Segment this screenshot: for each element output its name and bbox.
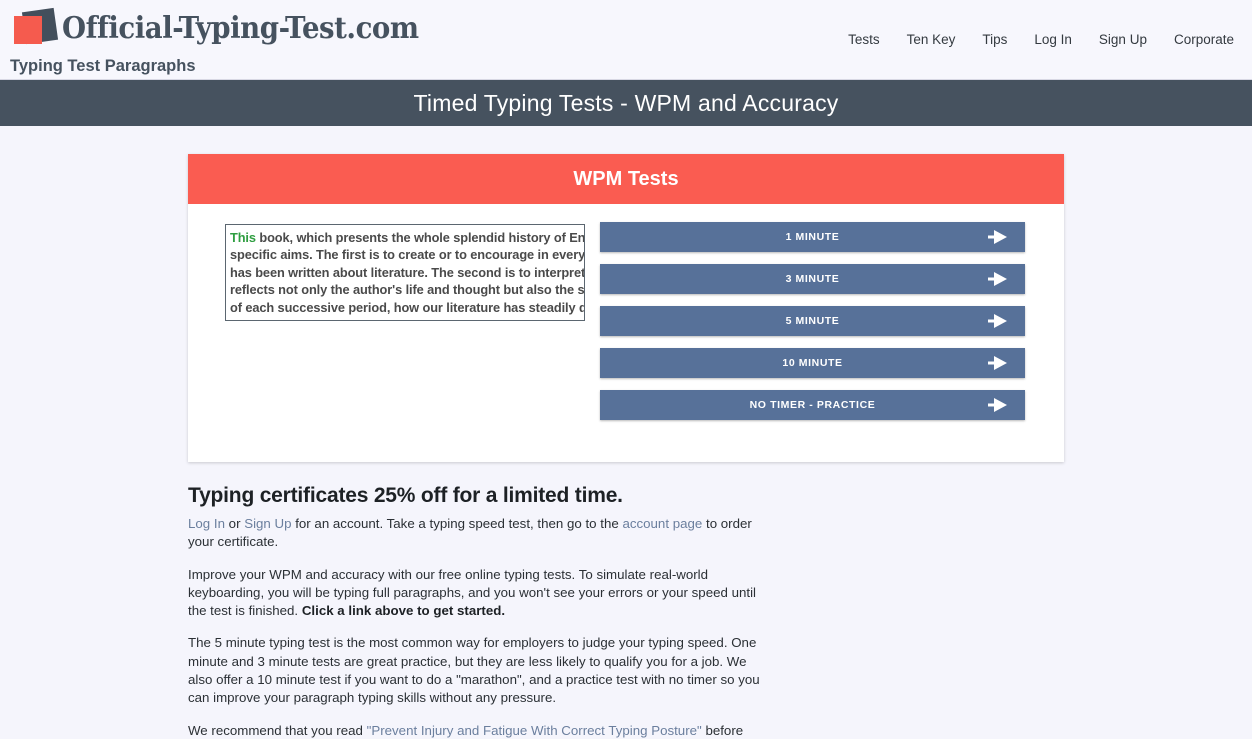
current-word: This bbox=[230, 230, 256, 245]
typing-sample-column: This book, which presents the whole sple… bbox=[200, 218, 600, 432]
typing-sample-line: This book, which presents the whole sple… bbox=[230, 229, 584, 246]
site-logo[interactable]: Official-Typing-Test.com bbox=[10, 6, 450, 50]
paragraph-improve: Improve your WPM and accuracy with our f… bbox=[188, 566, 768, 621]
promo-text-mid: for an account. Take a typing speed test… bbox=[291, 516, 623, 531]
test-button-3-minute[interactable]: 3 MINUTE bbox=[600, 264, 1025, 294]
content-container: WPM Tests This book, which presents the … bbox=[188, 126, 1064, 739]
card-header: WPM Tests bbox=[188, 154, 1064, 204]
logo-wordmark: Official-Typing-Test.com bbox=[62, 11, 419, 46]
send-arrow-icon bbox=[994, 272, 1007, 286]
promo-link-log-in[interactable]: Log In bbox=[188, 516, 225, 531]
link-typing-posture-article[interactable]: "Prevent Injury and Fatigue With Correct… bbox=[367, 723, 702, 738]
typing-sample-box[interactable]: This book, which presents the whole sple… bbox=[225, 224, 585, 321]
test-button-1-minute[interactable]: 1 MINUTE bbox=[600, 222, 1025, 252]
page-title: Timed Typing Tests - WPM and Accuracy bbox=[413, 89, 839, 116]
site-header: Official-Typing-Test.com Typing Test Par… bbox=[0, 0, 1252, 80]
test-button-label: 5 MINUTE bbox=[785, 315, 840, 327]
wpm-tests-card: WPM Tests This book, which presents the … bbox=[188, 154, 1064, 462]
paragraph-posture: We recommend that you read "Prevent Inju… bbox=[188, 722, 768, 739]
promo-link-sign-up[interactable]: Sign Up bbox=[244, 516, 291, 531]
send-arrow-icon bbox=[994, 230, 1007, 244]
page-title-banner: Timed Typing Tests - WPM and Accuracy bbox=[0, 80, 1252, 126]
paragraph-posture-lead: We recommend that you read bbox=[188, 722, 367, 738]
paragraph-five-minute: The 5 minute typing test is the most com… bbox=[188, 635, 760, 706]
paragraph-improve-bold: Click a link above to get started. bbox=[301, 603, 506, 619]
send-arrow-icon bbox=[994, 314, 1007, 328]
promo-text-or: or bbox=[224, 516, 245, 531]
test-button-label: NO TIMER - PRACTICE bbox=[749, 399, 876, 411]
typing-sample-line: specific aims. The first is to create or… bbox=[230, 247, 585, 263]
promo-link-account-page[interactable]: account page bbox=[622, 516, 702, 531]
nav-item-sign-up[interactable]: Sign Up bbox=[1099, 32, 1147, 47]
send-arrow-icon bbox=[994, 356, 1007, 370]
nav-item-tests[interactable]: Tests bbox=[848, 32, 880, 47]
test-button-10-minute[interactable]: 10 MINUTE bbox=[600, 348, 1025, 378]
typing-sample-line: of each successive period, how our liter… bbox=[230, 299, 585, 315]
typing-sample-line: has been written about literature. The s… bbox=[230, 264, 585, 280]
test-button-label: 10 MINUTE bbox=[782, 357, 843, 369]
promo-heading: Typing certificates 25% off for a limite… bbox=[188, 484, 623, 507]
promo-paragraph: Log In or Sign Up for an account. Take a… bbox=[188, 515, 768, 552]
article-section: Typing certificates 25% off for a limite… bbox=[188, 462, 1064, 739]
card-body: This book, which presents the whole sple… bbox=[188, 204, 1064, 462]
card-title: WPM Tests bbox=[573, 167, 679, 190]
typing-sample-line: reflects not only the author's life and … bbox=[230, 282, 585, 298]
site-tagline: Typing Test Paragraphs bbox=[10, 57, 196, 75]
send-arrow-icon bbox=[994, 398, 1007, 412]
nav-item-tips[interactable]: Tips bbox=[982, 32, 1007, 47]
test-buttons-column: 1 MINUTE 3 MINUTE 5 MINUTE 10 MINUTE NO … bbox=[600, 218, 1052, 432]
test-button-label: 3 MINUTE bbox=[785, 273, 840, 285]
test-button-label: 1 MINUTE bbox=[785, 231, 840, 243]
main-navigation: Tests Ten Key Tips Log In Sign Up Corpor… bbox=[848, 32, 1234, 47]
nav-item-ten-key[interactable]: Ten Key bbox=[907, 32, 956, 47]
typing-sample-line-1-rest: book, which presents the whole splendid … bbox=[255, 230, 585, 245]
nav-item-log-in[interactable]: Log In bbox=[1034, 32, 1072, 47]
test-button-no-timer-practice[interactable]: NO TIMER - PRACTICE bbox=[600, 390, 1025, 420]
nav-item-corporate[interactable]: Corporate bbox=[1174, 32, 1234, 47]
test-button-5-minute[interactable]: 5 MINUTE bbox=[600, 306, 1025, 336]
logo-squares-icon bbox=[10, 6, 62, 50]
